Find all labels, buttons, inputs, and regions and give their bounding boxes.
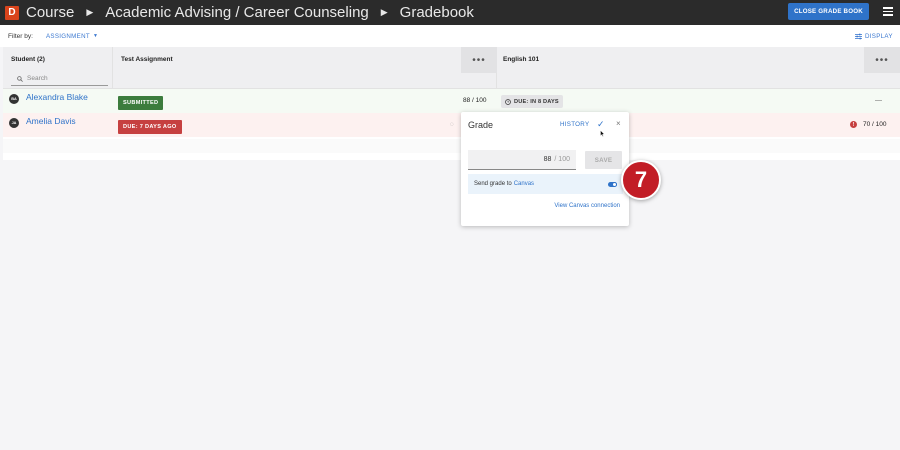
send-to-canvas-toggle[interactable]: [608, 182, 617, 187]
submitted-badge[interactable]: SUBMITTED: [118, 96, 164, 110]
test-assignment-column-header: Test Assignment •••: [114, 47, 497, 89]
search-icon: [17, 75, 23, 82]
avatar: BA: [9, 94, 19, 104]
table-row: BA Alexandra Blake SUBMITTED 88 / 100 DU…: [3, 89, 900, 113]
due-chip[interactable]: DUE: IN 8 DAYS: [501, 95, 563, 108]
english-score-empty[interactable]: —: [875, 97, 882, 104]
caret-down-icon[interactable]: ▼: [93, 33, 98, 39]
filter-label: Filter by:: [8, 33, 33, 40]
filter-bar: Filter by: ASSIGNMENT ▼ DISPLAY: [0, 25, 900, 47]
student-name-link[interactable]: Amelia Davis: [26, 116, 76, 126]
table-footer: [3, 139, 900, 153]
overdue-badge[interactable]: DUE: 7 DAYS AGO: [118, 120, 182, 134]
grade-input[interactable]: 88 / 100: [468, 150, 576, 170]
app-logo[interactable]: D: [5, 5, 19, 20]
breadcrumb-course[interactable]: Course: [26, 0, 74, 25]
history-button[interactable]: HISTORY: [560, 121, 589, 128]
send-grade-to-canvas-row: Send grade to Canvas: [468, 174, 623, 194]
table-header: Student (2) Search Test Assignment ••• E…: [3, 47, 900, 89]
display-label: DISPLAY: [865, 33, 893, 40]
close-icon[interactable]: ×: [616, 119, 621, 128]
breadcrumb-gradebook: Gradebook: [399, 4, 474, 21]
grade-popover: Grade HISTORY ✓ × 88 / 100 SAVE Send gra…: [461, 112, 629, 226]
student-column-header: Student (2) Search: [3, 47, 113, 89]
grade-max: / 100: [554, 156, 570, 163]
gradebook-table: Student (2) Search Test Assignment ••• E…: [3, 47, 900, 160]
breadcrumb-separator-icon: ▶: [86, 7, 94, 17]
search-placeholder: Search: [27, 75, 48, 82]
popover-title: Grade: [468, 120, 494, 130]
save-button[interactable]: SAVE: [585, 151, 622, 169]
confirm-check-icon[interactable]: ✓: [597, 119, 605, 130]
mouse-pointer-icon: [600, 130, 605, 137]
student-search-input[interactable]: Search: [11, 72, 108, 86]
view-canvas-connection-link[interactable]: View Canvas connection: [554, 203, 620, 209]
loading-spinner-icon: ◌: [450, 121, 454, 128]
sliders-icon: [855, 33, 862, 40]
filter-dropdown[interactable]: ASSIGNMENT: [46, 33, 90, 40]
breadcrumb-separator-icon: ▶: [380, 7, 388, 17]
test-score[interactable]: 88 / 100: [463, 97, 487, 104]
clock-icon: [505, 98, 511, 105]
more-options-icon[interactable]: •••: [461, 47, 497, 73]
more-options-icon[interactable]: •••: [864, 47, 900, 73]
top-bar: D Course ▶ Academic Advising / Career Co…: [0, 0, 900, 25]
canvas-link[interactable]: Canvas: [514, 181, 534, 187]
english-101-heading: English 101: [503, 56, 540, 63]
student-name-link[interactable]: Alexandra Blake: [26, 92, 88, 102]
step-marker: 7: [621, 160, 661, 200]
table-row: JA Amelia Davis DUE: 7 DAYS AGO ◌ ! 70 /…: [3, 113, 900, 137]
avatar: JA: [9, 118, 19, 128]
sync-label: Send grade to: [474, 181, 512, 187]
grade-value: 88: [543, 156, 552, 163]
close-grade-book-button[interactable]: CLOSE GRADE BOOK: [788, 3, 869, 20]
english-score[interactable]: 70 / 100: [863, 121, 887, 128]
english-101-column-header: English 101 •••: [498, 47, 900, 89]
due-label: DUE: IN 8 DAYS: [514, 98, 559, 105]
breadcrumb-course-name[interactable]: Academic Advising / Career Counseling: [105, 0, 368, 25]
test-assignment-heading: Test Assignment: [121, 56, 173, 63]
hamburger-menu-icon[interactable]: [883, 7, 893, 17]
alert-icon: !: [850, 121, 857, 128]
student-count-heading: Student (2): [11, 56, 45, 63]
display-button[interactable]: DISPLAY: [855, 33, 893, 40]
